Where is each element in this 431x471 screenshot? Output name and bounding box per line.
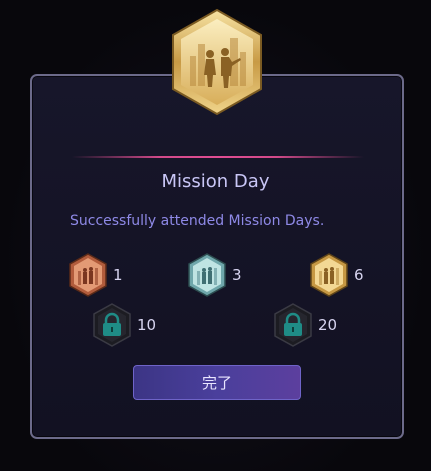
bronze-medal-icon [68,253,108,297]
gold-medal-icon [309,253,349,297]
tier-3-count: 3 [232,266,242,284]
tier-20-count: 20 [318,316,338,334]
silver-medal-icon [187,253,227,297]
tier-10-count: 10 [137,316,157,334]
dialog-title: Mission Day [161,171,270,192]
tier-1-count: 1 [113,266,123,284]
title-divider [72,156,364,158]
tier-6-count: 6 [354,266,364,284]
locked-medal-icon [92,303,132,347]
mission-day-badge-icon [170,8,264,116]
done-button[interactable]: 完了 [133,365,301,400]
locked-medal-icon [273,303,313,347]
dialog-description: Successfully attended Mission Days. [70,213,325,229]
